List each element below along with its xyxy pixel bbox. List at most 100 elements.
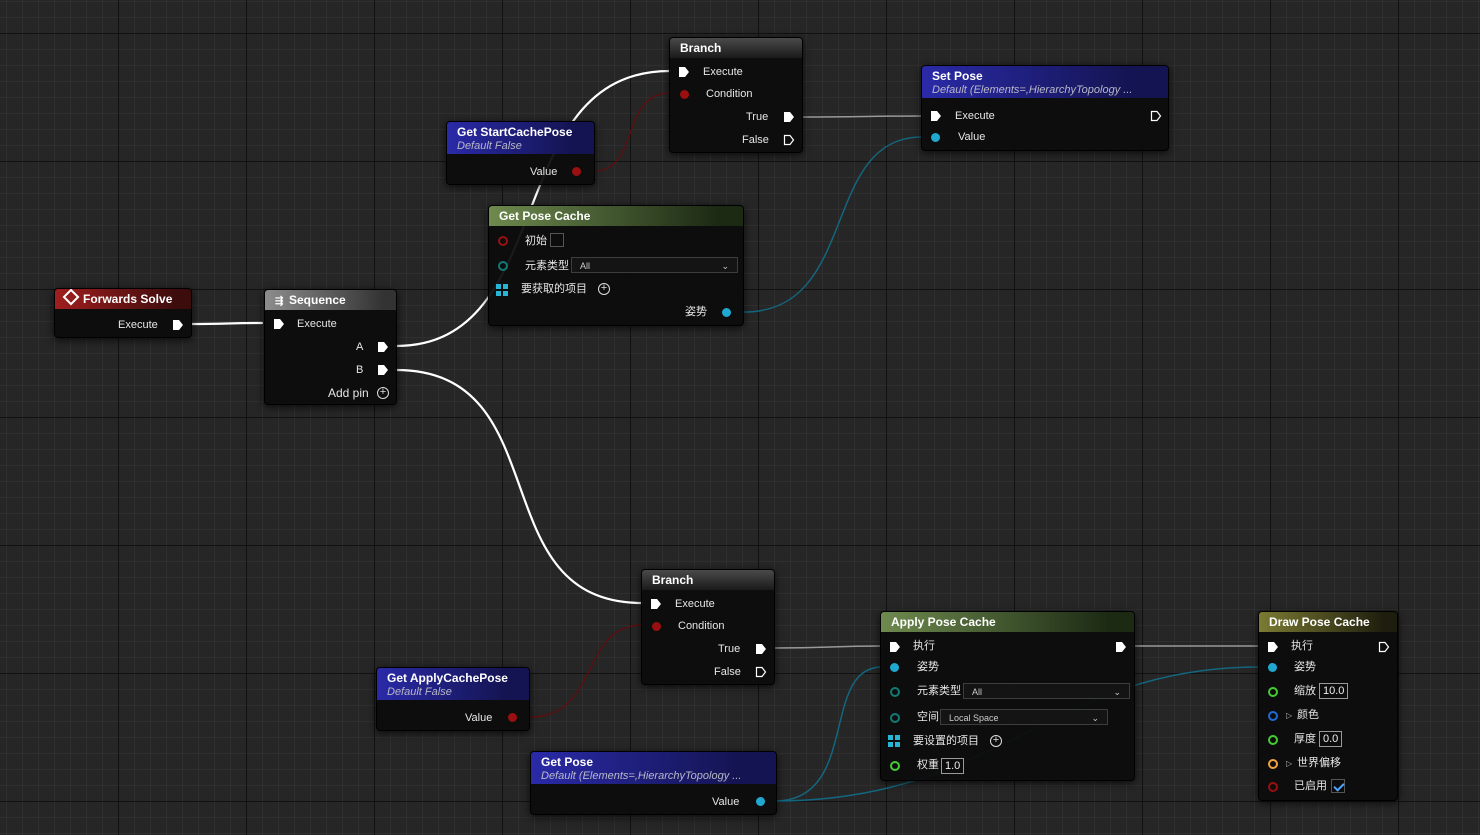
float-in-pin-icon[interactable]: [1268, 687, 1278, 697]
value-label: Value: [530, 166, 558, 178]
draw-pose-cache-header[interactable]: Draw Pose Cache: [1259, 612, 1397, 632]
world-offset-label: 世界偏移: [1297, 757, 1341, 769]
get-pose-cache-header[interactable]: Get Pose Cache: [489, 206, 743, 226]
draw-pose-cache-node[interactable]: Draw Pose Cache 执行 姿势 缩放 10.0 ▷ 颜色 厚度 0.…: [1258, 611, 1398, 801]
enum-in-pin-icon[interactable]: [890, 713, 900, 723]
get-apply-cache-pose-node[interactable]: Get ApplyCachePose Default False Value: [376, 667, 530, 731]
value-label: Value: [958, 131, 986, 143]
condition-pin-icon[interactable]: [652, 622, 661, 631]
value-label: Value: [712, 796, 740, 808]
exec-false-pin-icon[interactable]: [783, 134, 795, 146]
array-pin-icon[interactable]: [888, 735, 900, 747]
set-pose-node[interactable]: Set Pose Default (Elements=,HierarchyTop…: [921, 65, 1169, 151]
initial-checkbox[interactable]: [550, 233, 564, 247]
element-type-value: All: [580, 261, 591, 271]
enum-in-pin-icon[interactable]: [890, 687, 900, 697]
branch-header[interactable]: Branch: [670, 38, 802, 58]
exec-out-pin-icon[interactable]: [1378, 641, 1390, 653]
pose-in-pin-icon[interactable]: [931, 133, 940, 142]
exec-in-pin-icon[interactable]: [1267, 641, 1279, 653]
wire-get-pose-to-apply: [774, 666, 883, 802]
exec-true-pin-icon[interactable]: [755, 643, 767, 655]
apply-pose-cache-header[interactable]: Apply Pose Cache: [881, 612, 1134, 632]
weight-input[interactable]: 1.0: [941, 758, 965, 774]
variable-header[interactable]: Get ApplyCachePose Default False: [377, 668, 529, 700]
exec-false-pin-icon[interactable]: [755, 666, 767, 678]
bool-out-pin-icon[interactable]: [572, 167, 581, 176]
pose-in-pin-icon[interactable]: [1268, 663, 1277, 672]
float-in-pin-icon[interactable]: [1268, 735, 1278, 745]
node-title: Apply Pose Cache: [891, 615, 996, 629]
forwards-solve-node[interactable]: Forwards Solve Execute: [54, 288, 192, 338]
true-label: True: [718, 643, 741, 655]
branch-header[interactable]: Branch: [642, 570, 774, 590]
exec-out-pin-icon[interactable]: [172, 319, 184, 331]
space-dropdown[interactable]: Local Space ⌄: [940, 709, 1108, 725]
enum-in-pin-icon[interactable]: [498, 261, 508, 271]
exec-out-pin-icon[interactable]: [1150, 110, 1162, 122]
add-pin-label[interactable]: Add pin: [328, 385, 369, 401]
sequence-header[interactable]: ⇶ Sequence: [265, 290, 396, 310]
get-pose-node[interactable]: Get Pose Default (Elements=,HierarchyTop…: [530, 751, 777, 815]
apply-pose-cache-node[interactable]: Apply Pose Cache 执行 姿势 元素类型 All ⌄ 空间 Loc…: [880, 611, 1135, 781]
condition-pin-icon[interactable]: [680, 90, 689, 99]
space-value: Local Space: [949, 713, 999, 723]
wire-exec-branch-true-to-set-pose: [801, 115, 923, 118]
expand-arrow-icon[interactable]: ▷: [1286, 759, 1292, 768]
exec-in-pin-icon[interactable]: [273, 318, 285, 330]
node-subtitle: Default (Elements=,HierarchyTopology ...: [541, 770, 742, 782]
thickness-input[interactable]: 0.0: [1319, 731, 1343, 747]
add-pin-icon[interactable]: +: [377, 387, 389, 399]
get-pose-cache-node[interactable]: Get Pose Cache 初始 元素类型 All ⌄ 要获取的项目 + 姿势: [488, 205, 744, 326]
execute-label: Execute: [703, 66, 743, 78]
initial-label: 初始: [525, 235, 547, 247]
exec-out-pin-icon[interactable]: [1115, 641, 1127, 653]
bool-in-pin-icon[interactable]: [1268, 782, 1278, 792]
element-type-dropdown[interactable]: All ⌄: [571, 257, 738, 273]
branch-node-top[interactable]: Branch Execute Condition True False: [669, 37, 803, 153]
exec-out-a-pin-icon[interactable]: [377, 341, 389, 353]
sequence-node[interactable]: ⇶ Sequence Execute A B Add pin +: [264, 289, 397, 405]
pose-out-pin-icon[interactable]: [722, 308, 731, 317]
add-element-icon[interactable]: +: [598, 283, 610, 295]
pose-label: 姿势: [685, 306, 707, 318]
node-subtitle: Default (Elements=,HierarchyTopology ...: [932, 84, 1133, 96]
exec-in-pin-icon[interactable]: [930, 110, 942, 122]
element-type-dropdown[interactable]: All ⌄: [963, 683, 1130, 699]
set-pose-header[interactable]: Set Pose Default (Elements=,HierarchyTop…: [922, 66, 1168, 98]
variable-header[interactable]: Get Pose Default (Elements=,HierarchyTop…: [531, 752, 776, 784]
bool-in-pin-icon[interactable]: [498, 236, 508, 246]
enabled-checkbox[interactable]: [1331, 779, 1345, 793]
wire-exec-sequence-b-to-branch-bottom: [394, 368, 644, 605]
get-start-cache-pose-node[interactable]: Get StartCachePose Default False Value: [446, 121, 595, 185]
exec-in-pin-icon[interactable]: [650, 598, 662, 610]
vector-in-pin-icon[interactable]: [1268, 759, 1278, 769]
false-label: False: [714, 666, 741, 678]
exec-true-pin-icon[interactable]: [783, 111, 795, 123]
exec-out-b-pin-icon[interactable]: [377, 364, 389, 376]
bool-out-pin-icon[interactable]: [508, 713, 517, 722]
add-element-icon[interactable]: +: [990, 735, 1002, 747]
branch-node-bottom[interactable]: Branch Execute Condition True False: [641, 569, 775, 685]
chevron-down-icon: ⌄: [1113, 687, 1121, 697]
execute-label: Execute: [675, 598, 715, 610]
node-title: Set Pose: [932, 69, 983, 83]
weight-label: 权重: [917, 759, 939, 771]
array-pin-icon[interactable]: [496, 284, 508, 296]
pose-label: 姿势: [917, 661, 939, 673]
wire-bool-apply-to-condition: [529, 624, 643, 718]
variable-header[interactable]: Get StartCachePose Default False: [447, 122, 594, 154]
wire-bool-start-to-condition: [593, 92, 671, 172]
exec-in-pin-icon[interactable]: [678, 66, 690, 78]
forwards-solve-header[interactable]: Forwards Solve: [55, 289, 191, 309]
scale-input[interactable]: 10.0: [1319, 683, 1349, 699]
color-in-pin-icon[interactable]: [1268, 711, 1278, 721]
expand-arrow-icon[interactable]: ▷: [1286, 711, 1292, 720]
exec-in-pin-icon[interactable]: [889, 641, 901, 653]
pose-out-pin-icon[interactable]: [756, 797, 765, 806]
pose-in-pin-icon[interactable]: [890, 663, 899, 672]
float-in-pin-icon[interactable]: [890, 761, 900, 771]
chevron-down-icon: ⌄: [1091, 713, 1099, 723]
then-b-label: B: [356, 364, 364, 376]
enabled-label: 已启用: [1294, 780, 1327, 792]
